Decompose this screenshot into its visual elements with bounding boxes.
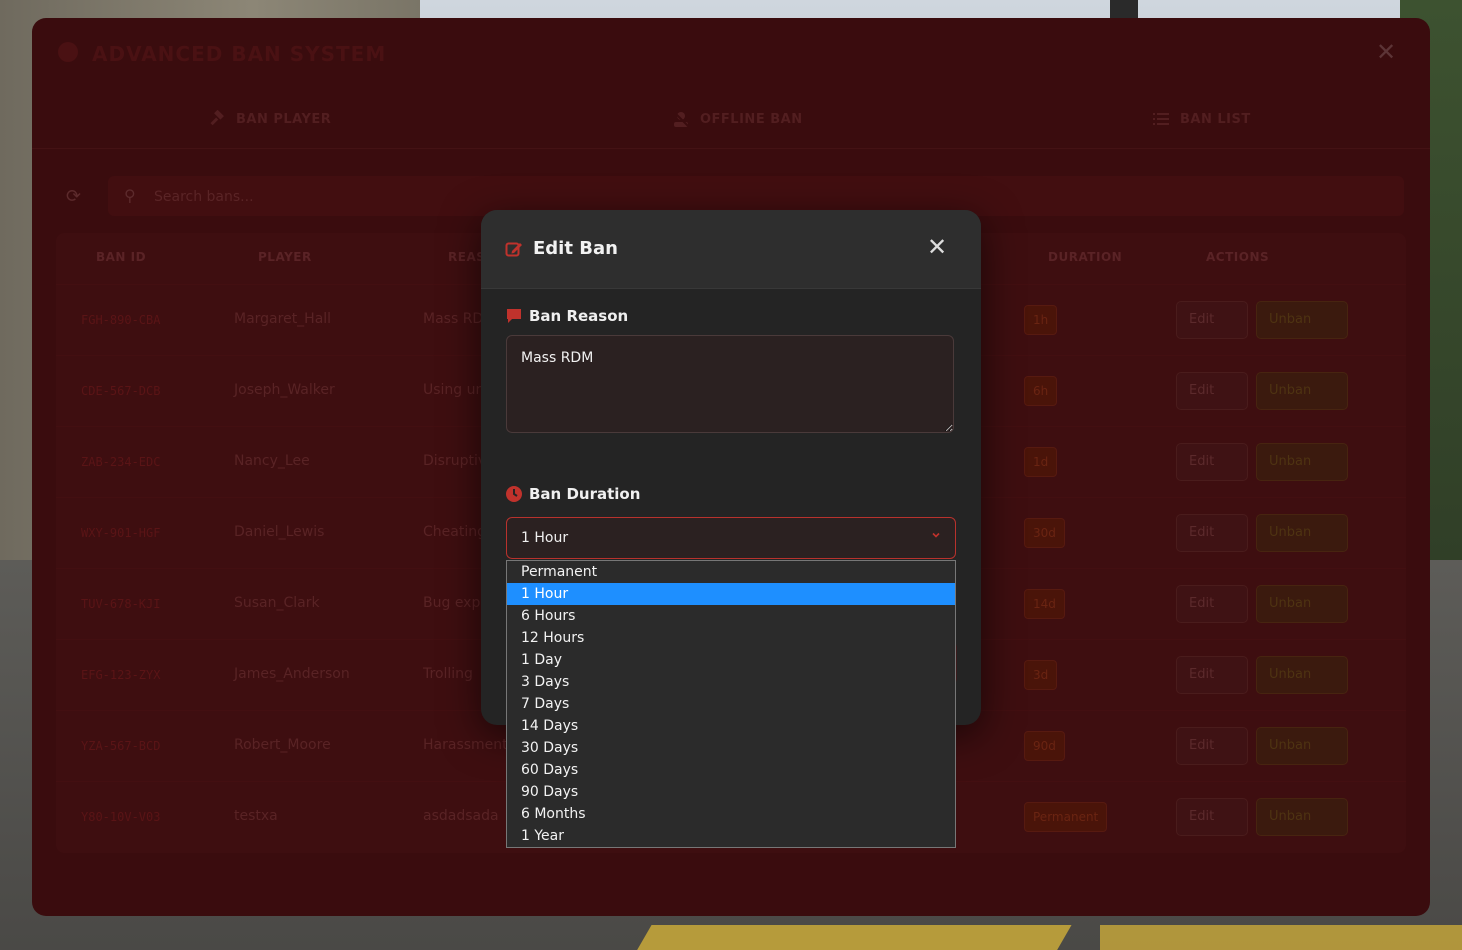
ban-id: TUV-678-KJI xyxy=(81,597,161,611)
close-icon[interactable]: ✕ xyxy=(1376,38,1396,66)
dropdown-option[interactable]: 90 Days xyxy=(507,781,955,803)
tab-label: BAN PLAYER xyxy=(236,111,332,127)
ban-reason: Trolling xyxy=(423,666,473,682)
column-header: BAN ID xyxy=(96,250,147,264)
edit-button[interactable]: Edit xyxy=(1176,443,1248,481)
ban-id: YZA-567-BCD xyxy=(81,739,161,753)
duration-badge: 1d xyxy=(1024,447,1058,477)
edit-button[interactable]: Edit xyxy=(1176,585,1248,623)
ban-reason-textarea[interactable]: Mass RDM xyxy=(506,335,954,433)
dropdown-option[interactable]: Permanent xyxy=(507,561,955,583)
refresh-icon[interactable]: ⟳ xyxy=(66,186,86,207)
reason-label: Ban Reason xyxy=(529,307,629,325)
dropdown-option[interactable]: 3 Days xyxy=(507,671,955,693)
close-icon[interactable]: ✕ xyxy=(927,234,947,260)
player-name: Nancy_Lee xyxy=(234,453,310,469)
dropdown-option[interactable]: 30 Days xyxy=(507,737,955,759)
column-header: DURATION xyxy=(1048,250,1123,264)
edit-icon xyxy=(505,242,522,257)
tab-label: BAN LIST xyxy=(1180,111,1251,127)
panel-header: ADVANCED BAN SYSTEM ✕ xyxy=(32,18,1430,90)
duration-badge: 90d xyxy=(1024,731,1065,761)
unban-button[interactable]: Unban xyxy=(1256,727,1348,765)
ban-id: WXY-901-HGF xyxy=(81,526,161,540)
modal-header: Edit Ban ✕ xyxy=(481,210,981,289)
gavel-icon xyxy=(210,110,224,126)
player-name: Daniel_Lewis xyxy=(234,524,325,540)
shield-icon xyxy=(58,42,78,62)
chevron-down-icon xyxy=(932,532,940,538)
duration-badge: 3d xyxy=(1024,660,1058,690)
duration-badge: Permanent xyxy=(1024,802,1108,832)
unban-button[interactable]: Unban xyxy=(1256,798,1348,836)
duration-badge: 6h xyxy=(1024,376,1058,406)
player-name: testxa xyxy=(234,808,278,824)
player-name: James_Anderson xyxy=(234,666,350,682)
edit-button[interactable]: Edit xyxy=(1176,372,1248,410)
panel-title: ADVANCED BAN SYSTEM xyxy=(92,42,387,66)
unban-button[interactable]: Unban xyxy=(1256,372,1348,410)
ban-id: EFG-123-ZYX xyxy=(81,668,161,682)
duration-select[interactable]: 1 Hour xyxy=(506,517,956,559)
comment-icon xyxy=(507,309,521,323)
unban-button[interactable]: Unban xyxy=(1256,301,1348,339)
edit-button[interactable]: Edit xyxy=(1176,798,1248,836)
duration-select-value: 1 Hour xyxy=(521,530,569,546)
dropdown-option[interactable]: 6 Months xyxy=(507,803,955,825)
list-icon xyxy=(1153,113,1169,125)
ban-id: Y80-10V-V03 xyxy=(81,810,161,824)
duration-badge: 30d xyxy=(1024,518,1065,548)
search-icon: ⚲ xyxy=(124,186,136,205)
duration-label: Ban Duration xyxy=(529,485,641,503)
tab-offline-ban[interactable]: OFFLINE BAN xyxy=(672,110,803,128)
tab-ban-player[interactable]: BAN PLAYER xyxy=(208,110,331,128)
unban-button[interactable]: Unban xyxy=(1256,514,1348,552)
dropdown-option-selected[interactable]: 1 Hour xyxy=(507,583,955,605)
search-input[interactable] xyxy=(152,184,656,210)
user-slash-icon xyxy=(673,111,689,127)
tab-bar: BAN PLAYER OFFLINE BAN BAN LIST xyxy=(32,98,1430,149)
road-marking xyxy=(628,925,1072,950)
modal-title: Edit Ban xyxy=(533,238,618,259)
dropdown-option[interactable]: 1 Day xyxy=(507,649,955,671)
unban-button[interactable]: Unban xyxy=(1256,585,1348,623)
edit-button[interactable]: Edit xyxy=(1176,514,1248,552)
edit-button[interactable]: Edit xyxy=(1176,656,1248,694)
ban-reason: asdadsada xyxy=(423,808,499,824)
ban-id: ZAB-234-EDC xyxy=(81,455,161,469)
player-name: Margaret_Hall xyxy=(234,311,332,327)
duration-dropdown-list: Permanent 1 Hour 6 Hours 12 Hours 1 Day … xyxy=(506,560,956,848)
player-name: Robert_Moore xyxy=(234,737,331,753)
ban-reason: Cheating xyxy=(423,524,486,540)
tab-label: OFFLINE BAN xyxy=(700,111,803,127)
road-marking xyxy=(1100,925,1462,950)
column-header: PLAYER xyxy=(258,250,312,264)
clock-icon xyxy=(506,486,522,502)
dropdown-option[interactable]: 1 Year xyxy=(507,825,955,847)
dropdown-option[interactable]: 60 Days xyxy=(507,759,955,781)
ban-id: FGH-890-CBA xyxy=(81,313,161,327)
tab-ban-list[interactable]: BAN LIST xyxy=(1152,110,1251,128)
player-name: Joseph_Walker xyxy=(234,382,335,398)
unban-button[interactable]: Unban xyxy=(1256,656,1348,694)
duration-badge: 14d xyxy=(1024,589,1065,619)
dropdown-option[interactable]: 6 Hours xyxy=(507,605,955,627)
dropdown-option[interactable]: 14 Days xyxy=(507,715,955,737)
dropdown-option[interactable]: 12 Hours xyxy=(507,627,955,649)
duration-badge: 1h xyxy=(1024,305,1058,335)
column-header: ACTIONS xyxy=(1206,250,1270,264)
ban-id: CDE-567-DCB xyxy=(81,384,161,398)
background-pole xyxy=(1110,0,1138,20)
dropdown-option[interactable]: 7 Days xyxy=(507,693,955,715)
edit-button[interactable]: Edit xyxy=(1176,301,1248,339)
player-name: Susan_Clark xyxy=(234,595,320,611)
unban-button[interactable]: Unban xyxy=(1256,443,1348,481)
ban-reason: Harassment xyxy=(423,737,508,753)
edit-button[interactable]: Edit xyxy=(1176,727,1248,765)
